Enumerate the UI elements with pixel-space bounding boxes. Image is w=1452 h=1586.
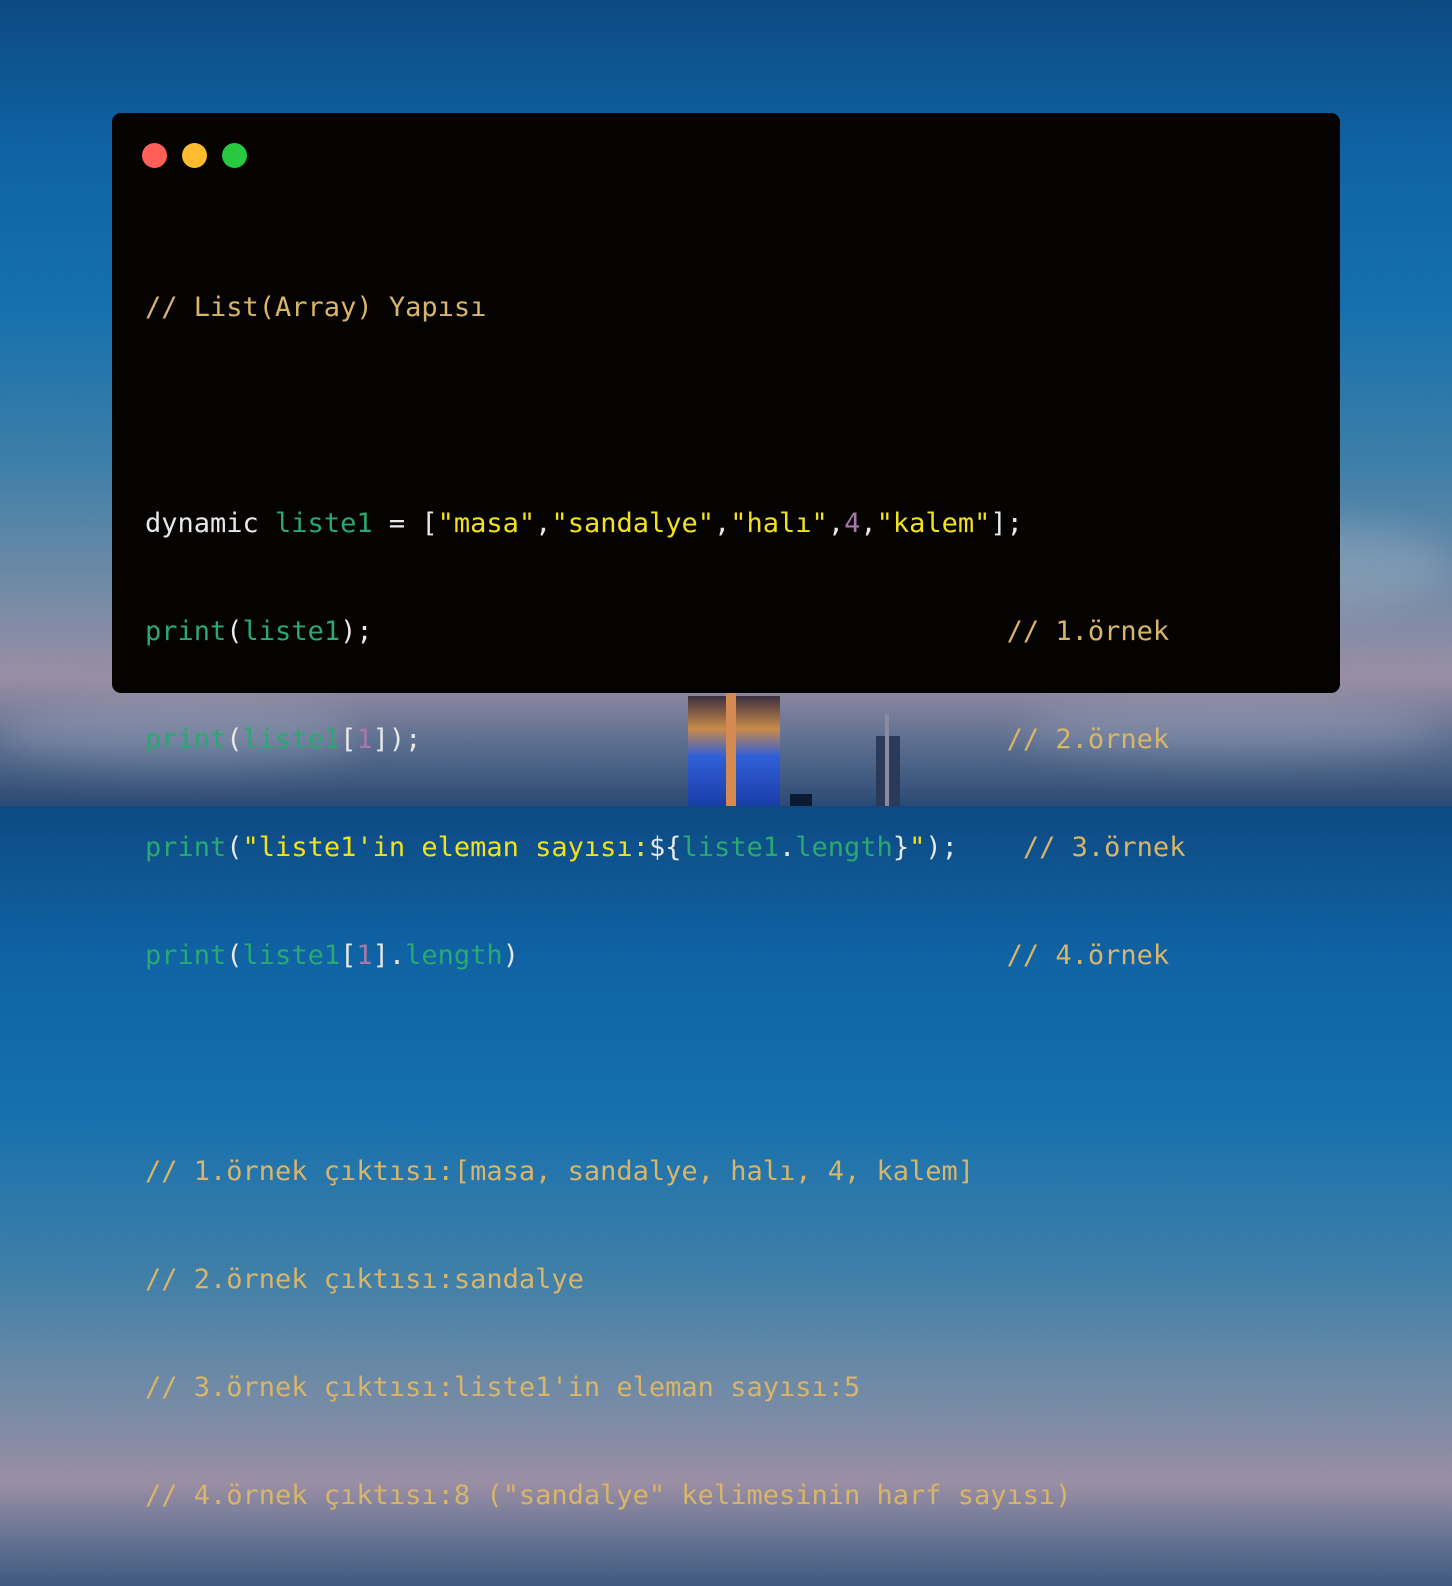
punct: [ bbox=[340, 940, 357, 971]
code-line-example-2: print(liste1[1]); // 2.örnek bbox=[145, 722, 1185, 758]
interpolation-close: } bbox=[892, 832, 910, 863]
output-comment-3: // 3.örnek çıktısı:liste1'in eleman sayı… bbox=[145, 1372, 861, 1403]
function-print: print bbox=[145, 616, 227, 647]
punct: , bbox=[535, 508, 552, 539]
string-literal: "masa" bbox=[437, 508, 536, 539]
variable-liste1: liste1 bbox=[681, 832, 779, 863]
property-length: length bbox=[405, 940, 503, 971]
punct: ); bbox=[340, 616, 373, 647]
code-line-example-4: print(liste1[1].length) // 4.örnek bbox=[145, 938, 1185, 974]
code-comment-title: // List(Array) Yapısı bbox=[145, 292, 487, 323]
spacing bbox=[519, 940, 1007, 971]
spacing bbox=[373, 616, 1007, 647]
property-length: length bbox=[795, 832, 893, 863]
string-literal: "sandalye" bbox=[551, 508, 714, 539]
number-literal: 4 bbox=[844, 508, 861, 539]
function-print: print bbox=[145, 724, 227, 755]
string-literal: "liste1'in eleman sayısı: bbox=[242, 832, 649, 863]
maximize-button[interactable] bbox=[222, 143, 247, 168]
code-line-example-3: print("liste1'in eleman sayısı:${liste1.… bbox=[145, 830, 1185, 866]
punct: ) bbox=[502, 940, 519, 971]
keyword-dynamic: dynamic bbox=[145, 508, 276, 539]
number-literal: 1 bbox=[356, 724, 373, 755]
interpolation-open: ${ bbox=[648, 832, 682, 863]
output-comment-2: // 2.örnek çıktısı:sandalye bbox=[145, 1264, 584, 1295]
punct: , bbox=[860, 508, 877, 539]
output-comment-4: // 4.örnek çıktısı:8 ("sandalye" kelimes… bbox=[145, 1480, 1072, 1511]
string-literal: "halı" bbox=[730, 508, 828, 539]
punct: ]); bbox=[372, 724, 422, 755]
punct: . bbox=[779, 832, 796, 863]
function-print: print bbox=[145, 940, 227, 971]
variable-liste1: liste1 bbox=[275, 508, 373, 539]
punct: , bbox=[827, 508, 845, 539]
variable-liste1: liste1 bbox=[242, 724, 341, 755]
variable-liste1: liste1 bbox=[242, 616, 341, 647]
punct: ( bbox=[226, 616, 243, 647]
spacing bbox=[958, 832, 1023, 863]
punct: ]; bbox=[990, 508, 1023, 539]
punct: [ bbox=[340, 724, 357, 755]
output-comment-1: // 1.örnek çıktısı:[masa, sandalye, halı… bbox=[145, 1156, 975, 1187]
punct: ( bbox=[226, 940, 243, 971]
spacing bbox=[421, 724, 1006, 755]
inline-comment: // 1.örnek bbox=[1006, 616, 1170, 647]
inline-comment: // 3.örnek bbox=[1022, 832, 1186, 863]
minimize-button[interactable] bbox=[182, 143, 207, 168]
code-line-example-1: print(liste1); // 1.örnek bbox=[145, 614, 1185, 650]
punct: ( bbox=[226, 832, 243, 863]
punct: = [ bbox=[372, 508, 438, 539]
close-button[interactable] bbox=[142, 143, 167, 168]
variable-liste1: liste1 bbox=[242, 940, 341, 971]
code-window: // List(Array) Yapısı dynamic liste1 = [… bbox=[112, 113, 1340, 1511]
punct: ( bbox=[226, 724, 243, 755]
inline-comment: // 2.örnek bbox=[1006, 724, 1170, 755]
punct: ]. bbox=[372, 940, 406, 971]
punct: ); bbox=[925, 832, 958, 863]
code-block: // List(Array) Yapısı dynamic liste1 = [… bbox=[145, 218, 1185, 1586]
function-print: print bbox=[145, 832, 227, 863]
inline-comment: // 4.örnek bbox=[1006, 940, 1170, 971]
code-line-declaration: dynamic liste1 = ["masa","sandalye","hal… bbox=[145, 506, 1185, 542]
window-controls bbox=[142, 143, 247, 168]
string-quote: " bbox=[909, 832, 926, 863]
number-literal: 1 bbox=[356, 940, 373, 971]
string-literal: "kalem" bbox=[876, 508, 991, 539]
punct: , bbox=[714, 508, 731, 539]
